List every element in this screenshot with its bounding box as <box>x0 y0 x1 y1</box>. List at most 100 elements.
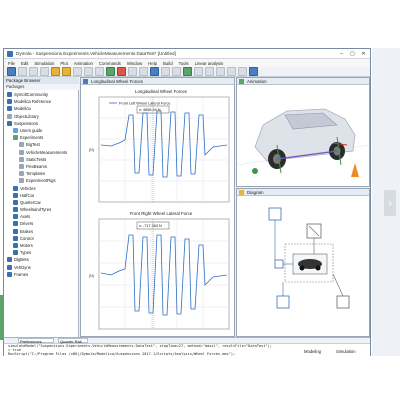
menu-tools[interactable]: Tools <box>179 61 189 66</box>
tree-item[interactable]: Brakes <box>4 228 79 235</box>
tree-item[interactable]: Axels <box>4 213 79 220</box>
rewind-icon[interactable] <box>205 67 214 76</box>
menu-simulation[interactable]: Simulation <box>34 61 54 66</box>
component-block-bottom[interactable] <box>276 295 290 309</box>
setup-icon[interactable] <box>139 67 148 76</box>
preferences-select[interactable]: Preferences <box>18 338 54 344</box>
translate-icon[interactable] <box>128 67 137 76</box>
bottom-plot-title: Front Right Wheel Lateral Force <box>130 211 193 216</box>
package-icon <box>13 199 18 205</box>
copy-icon[interactable] <box>84 67 93 76</box>
tree-item[interactable]: FlexBeams <box>4 163 79 170</box>
tree-item[interactable]: BigTest <box>4 141 79 148</box>
menu-help[interactable]: Help <box>148 61 157 66</box>
package-icon <box>13 185 18 191</box>
tree-item-label: VehDyns <box>14 264 31 270</box>
package-icon <box>7 257 12 263</box>
save-icon[interactable] <box>29 67 38 76</box>
commands-side-tab[interactable] <box>0 295 3 340</box>
quarter-rail-select[interactable]: Quarter Rail <box>58 338 88 344</box>
help-icon[interactable] <box>249 67 258 76</box>
stop-icon[interactable] <box>117 67 126 76</box>
tree-item-label: Drivers <box>20 221 34 227</box>
tree-item[interactable]: Modelica <box>4 105 79 112</box>
package-icon <box>13 207 18 213</box>
minimize-button[interactable]: – <box>337 50 346 57</box>
print-icon[interactable] <box>40 67 49 76</box>
maximize-button[interactable]: ▢ <box>348 50 357 57</box>
component-block-top[interactable] <box>268 207 282 221</box>
modeling-mode-button[interactable]: Modeling <box>304 349 321 354</box>
menu-file[interactable]: File <box>8 61 15 66</box>
tree-item[interactable]: Suspensions <box>4 120 79 127</box>
animation-view[interactable] <box>237 85 369 186</box>
tree-item[interactable]: Modelica Reference <box>4 98 79 105</box>
tree-item[interactable]: Motors <box>4 242 79 249</box>
package-icon <box>13 192 18 198</box>
package-icon <box>13 243 18 249</box>
table-icon[interactable] <box>161 67 170 76</box>
simulation-mode-button[interactable]: Simulation <box>336 349 356 354</box>
menu-edit[interactable]: Edit <box>21 61 28 66</box>
component-block-right[interactable] <box>336 295 350 309</box>
package-icon <box>7 99 12 105</box>
new-icon[interactable] <box>7 67 16 76</box>
tree-item[interactable]: ObjectLibrary <box>4 113 79 120</box>
menu-linear-analysis[interactable]: Linear analysis <box>195 61 224 66</box>
fit-icon[interactable] <box>238 67 247 76</box>
open-icon[interactable] <box>18 67 27 76</box>
run-animation-icon[interactable] <box>183 67 192 76</box>
simulate-icon[interactable] <box>106 67 115 76</box>
cut-icon[interactable] <box>73 67 82 76</box>
tree-item[interactable]: VehicleMeasurements <box>4 149 79 156</box>
tree-item[interactable]: StaticTests <box>4 156 79 163</box>
zoom-icon[interactable] <box>227 67 236 76</box>
pause-icon[interactable] <box>194 67 203 76</box>
tree-item[interactable]: Control <box>4 235 79 242</box>
step-icon[interactable] <box>216 67 225 76</box>
tree-item[interactable]: Vehicles <box>4 184 79 191</box>
tree-item[interactable]: DlgBets <box>4 256 79 263</box>
package-icon <box>7 271 12 277</box>
package-icon <box>13 135 18 141</box>
tree-item[interactable]: Types <box>4 249 79 256</box>
tree-item-label: Axels <box>20 214 31 220</box>
menu-build[interactable]: Build <box>163 61 173 66</box>
tree-item[interactable]: Frames <box>4 271 79 278</box>
tree-item[interactable]: Users guide <box>4 127 79 134</box>
plot-window-title: Longitudinal Wheel Forces <box>81 78 234 85</box>
package-icon <box>13 228 18 234</box>
toolbar <box>4 67 370 77</box>
paste-icon[interactable] <box>95 67 104 76</box>
tree-item-label: Suspensions <box>14 120 38 126</box>
tree-item[interactable]: SymoltCommunity <box>4 91 79 98</box>
next-arrow-button[interactable]: › <box>384 190 396 216</box>
tree-item[interactable]: Templates <box>4 170 79 177</box>
tree-item[interactable]: HalfCar <box>4 192 79 199</box>
close-button[interactable]: ✕ <box>359 50 368 57</box>
plot-icon[interactable] <box>150 67 159 76</box>
menu-commands[interactable]: Commands <box>99 61 121 66</box>
package-icon <box>19 156 24 162</box>
redo-icon[interactable] <box>62 67 71 76</box>
light-icon <box>252 168 258 174</box>
tree-item[interactable]: VehDyns <box>4 264 79 271</box>
tree-item[interactable]: WheelsandTyres <box>4 206 79 213</box>
command-line-1: simulateModel("Suspensions.Experiments.V… <box>8 344 272 348</box>
tree-item[interactable]: Drivers <box>4 220 79 227</box>
component-block-left[interactable] <box>274 259 284 269</box>
package-icon <box>13 221 18 227</box>
menu-plot[interactable]: Plot <box>60 61 67 66</box>
diagram-canvas[interactable] <box>237 196 369 336</box>
tree-item-label: Templates <box>26 171 46 177</box>
plot-window-charts: Longitudinal Wheel Forces Front Left Whe… <box>89 89 230 330</box>
menu-window[interactable]: Window <box>127 61 142 66</box>
undo-icon[interactable] <box>51 67 60 76</box>
tree-item[interactable]: QuarterCar <box>4 199 79 206</box>
menu-animation[interactable]: Animation <box>74 61 93 66</box>
tree-item-label: Modelica <box>14 106 31 112</box>
tree-item[interactable]: Experiments <box>4 134 79 141</box>
animation-icon[interactable] <box>172 67 181 76</box>
tree-item[interactable]: ExperimentRigs <box>4 177 79 184</box>
package-icon <box>19 171 24 177</box>
